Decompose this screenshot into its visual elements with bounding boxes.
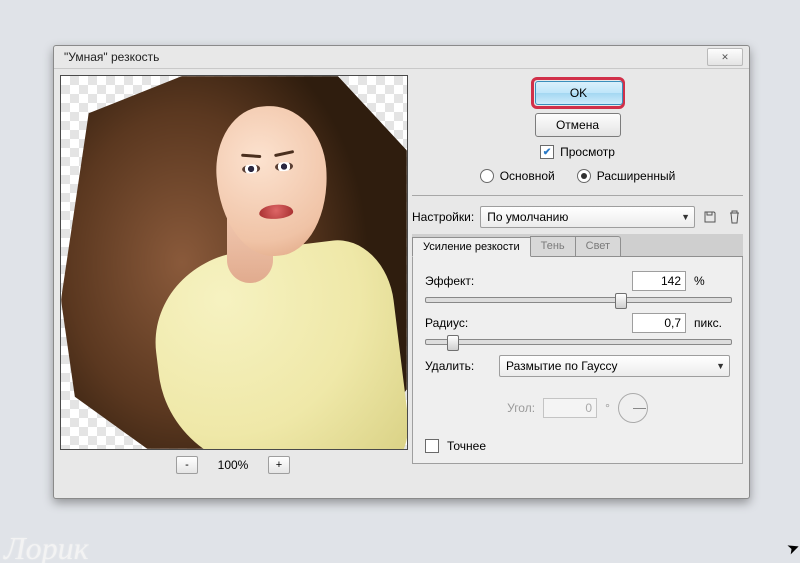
amount-row: Эффект: % (425, 271, 730, 291)
zoom-bar: - 100% + (60, 454, 406, 476)
accurate-checkbox[interactable]: ✔ (425, 439, 439, 453)
angle-label: Угол: (507, 401, 535, 415)
mode-basic-label: Основной (500, 169, 555, 183)
eye (242, 164, 261, 174)
angle-dial (618, 393, 648, 423)
minus-icon: - (185, 459, 189, 471)
radius-row: Радиус: пикс. (425, 313, 730, 333)
amount-label: Эффект: (425, 274, 491, 288)
tabs: Усиление резкости Тень Свет (412, 234, 743, 257)
smart-sharpen-dialog: "Умная" резкость ✕ - 100% (53, 45, 750, 499)
mode-extended-label: Расширенный (597, 169, 676, 183)
brow (241, 153, 261, 157)
slider-thumb[interactable] (615, 293, 627, 309)
amount-input[interactable] (632, 271, 686, 291)
radius-label: Радиус: (425, 316, 491, 330)
slider-thumb[interactable] (447, 335, 459, 351)
trash-icon[interactable] (725, 208, 743, 226)
radius-input[interactable] (632, 313, 686, 333)
tab-highlight[interactable]: Свет (575, 236, 621, 256)
preview-row: ✔ Просмотр (540, 145, 615, 159)
close-button[interactable]: ✕ (707, 48, 743, 66)
angle-row: Угол: ° (425, 393, 730, 423)
window-title: "Умная" резкость (64, 50, 159, 64)
watermark: Лорик (4, 530, 89, 563)
preview-label: Просмотр (560, 145, 615, 159)
amount-slider[interactable] (425, 297, 732, 303)
angle-input (543, 398, 597, 418)
accurate-row: ✔ Точнее (425, 439, 730, 453)
plus-icon: + (276, 459, 282, 471)
cursor-icon: ➤ (785, 537, 800, 558)
zoom-value: 100% (212, 458, 254, 472)
zoom-out-button[interactable]: - (176, 456, 198, 474)
radius-unit: пикс. (694, 316, 730, 330)
remove-value: Размытие по Гауссу (506, 359, 617, 373)
accurate-label: Точнее (447, 439, 513, 453)
settings-value: По умолчанию (487, 210, 568, 224)
ok-highlight: OK (531, 77, 625, 109)
dialog-body: - 100% + OK Отмена ✔ Просмотр Основной (54, 69, 749, 498)
tab-shadow[interactable]: Тень (530, 236, 576, 256)
preview-panel: - 100% + (60, 75, 406, 492)
preview-checkbox[interactable]: ✔ (540, 145, 554, 159)
mode-row: Основной Расширенный (480, 169, 676, 183)
settings-row: Настройки: По умолчанию ▼ (412, 206, 743, 228)
chevron-down-icon: ▼ (681, 212, 690, 222)
eye (275, 161, 294, 171)
settings-select[interactable]: По умолчанию ▼ (480, 206, 695, 228)
mode-basic-radio[interactable] (480, 169, 494, 183)
preview-image[interactable] (60, 75, 408, 450)
settings-label: Настройки: (412, 210, 474, 224)
chevron-down-icon: ▼ (716, 361, 725, 371)
remove-row: Удалить: Размытие по Гауссу ▼ (425, 355, 730, 377)
tab-sharpen[interactable]: Усиление резкости (412, 237, 531, 257)
save-preset-icon[interactable] (701, 208, 719, 226)
titlebar: "Умная" резкость ✕ (54, 46, 749, 69)
controls-panel: OK Отмена ✔ Просмотр Основной Расширенны… (412, 75, 743, 492)
amount-unit: % (694, 274, 730, 288)
close-icon: ✕ (721, 52, 729, 63)
cancel-button[interactable]: Отмена (535, 113, 621, 137)
remove-label: Удалить: (425, 359, 491, 373)
lips (258, 203, 293, 219)
zoom-in-button[interactable]: + (268, 456, 290, 474)
remove-select[interactable]: Размытие по Гауссу ▼ (499, 355, 730, 377)
mode-extended-radio[interactable] (577, 169, 591, 183)
brow (274, 149, 294, 156)
controls-group: Эффект: % Радиус: пикс. (412, 257, 743, 464)
radius-slider[interactable] (425, 339, 732, 345)
angle-unit: ° (605, 401, 610, 415)
ok-button[interactable]: OK (535, 81, 623, 105)
